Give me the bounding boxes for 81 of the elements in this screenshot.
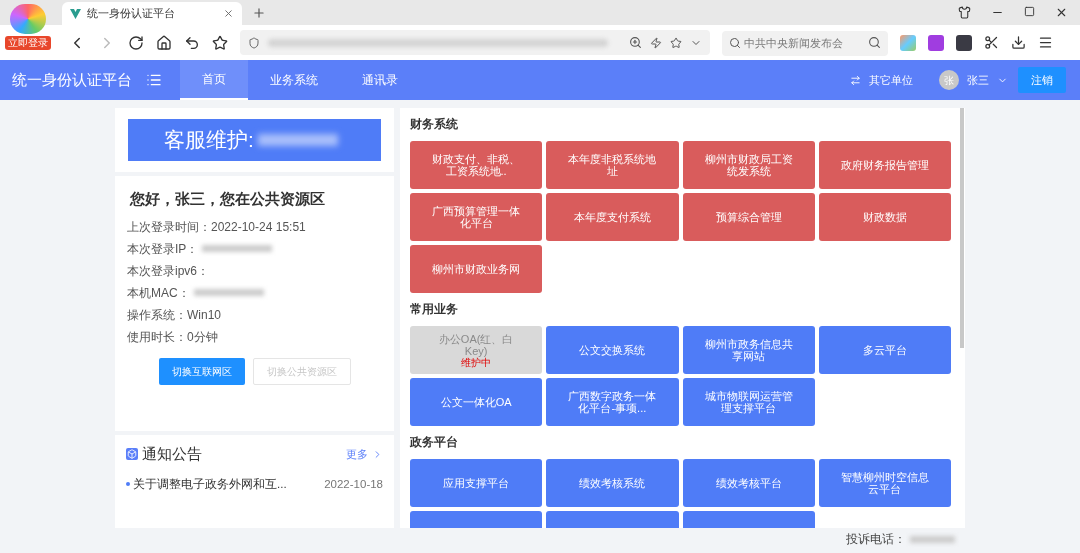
system-tile[interactable]: 柳州市财政业务网 (410, 245, 543, 293)
system-tile[interactable]: 公文一体化OA (410, 378, 543, 426)
system-tile[interactable]: 本年度非税系统地址 (546, 141, 679, 189)
search-icon (729, 37, 741, 49)
close-icon[interactable] (223, 8, 234, 19)
star-icon[interactable] (670, 36, 682, 49)
info-value: 0分钟 (187, 328, 218, 346)
blurred-value (193, 289, 264, 296)
extension-icon[interactable] (956, 34, 972, 51)
section-title: 政务平台 (410, 434, 459, 450)
scissors-icon[interactable] (984, 35, 999, 50)
app-title: 统一身份认证平台 (12, 69, 132, 90)
system-tile[interactable]: 广西预算管理一体化平台 (410, 193, 543, 241)
box-icon (126, 448, 138, 461)
lightning-icon[interactable] (650, 36, 662, 49)
system-tile[interactable]: 智慧柳州时空信息云平台 (818, 459, 951, 507)
zone-switch-button[interactable]: 切换互联网区 (158, 357, 245, 385)
complaint-label: 投诉电话： (846, 531, 906, 548)
user-name[interactable]: 张三 (967, 71, 989, 89)
system-tile[interactable]: 广西数字政务一体化平台-事项... (546, 378, 679, 426)
system-tile[interactable]: 城市物联网运营管理支撑平台 (682, 378, 815, 426)
download-icon[interactable] (1011, 35, 1026, 50)
browser-tab[interactable]: 统一身份认证平台 (62, 2, 242, 25)
system-tile[interactable]: 多云平台 (818, 326, 951, 374)
status-label: 维护中 (461, 356, 492, 368)
info-label: 上次登录时间： (127, 218, 211, 236)
info-label: 本次登录IP： (127, 240, 199, 258)
search-field[interactable]: 中共中央新闻发布会 (722, 30, 888, 56)
info-label: 本机MAC： (127, 284, 190, 302)
tab-favicon-icon (70, 8, 81, 19)
notice-title: 通知公告 (142, 444, 202, 464)
service-label: 客服维护: (164, 127, 254, 154)
blurred-phone (910, 535, 955, 543)
system-tile[interactable]: 公文交换系统 (546, 326, 679, 374)
home-icon[interactable] (156, 34, 172, 51)
system-tile[interactable]: 财政数据 (818, 193, 951, 241)
system-tile[interactable]: 柳州市财政局工资统发系统 (682, 141, 815, 189)
skin-icon[interactable] (958, 6, 971, 19)
extension-icon[interactable] (928, 34, 944, 51)
system-tile[interactable]: 办公OA(红、白Key) 维护中 (410, 326, 543, 374)
logout-button[interactable]: 注销 (1018, 67, 1066, 93)
tab-title: 统一身份认证平台 (87, 6, 176, 22)
system-tile[interactable]: 政府财务报告管理 (818, 141, 951, 189)
notice-date: 2022-10-18 (324, 476, 383, 492)
close-icon[interactable] (1055, 6, 1068, 19)
system-tile[interactable]: 预算综合管理 (682, 193, 815, 241)
system-tile[interactable]: 绩效考核平台 (682, 459, 815, 507)
bookmark-icon[interactable] (212, 34, 228, 51)
shield-icon (248, 36, 260, 49)
nav-tab[interactable]: 通讯录 (340, 60, 420, 100)
scrollbar-thumb[interactable] (960, 108, 964, 348)
reload-icon[interactable] (128, 34, 144, 51)
bullet-icon (126, 482, 130, 487)
notice-item[interactable]: 关于调整电子政务外网和互... (133, 475, 287, 493)
login-badge[interactable]: 立即登录 (5, 36, 51, 50)
system-tile[interactable]: 柳州市政务信息共享网站 (682, 326, 815, 374)
section-title: 常用业务 (410, 301, 459, 317)
greeting-text: 您好，张三，您在公共资源区 (128, 189, 326, 209)
search-icon[interactable] (868, 36, 881, 49)
nav-tab[interactable]: 业务系统 (248, 60, 340, 100)
info-label: 使用时长： (127, 328, 187, 346)
switch-icon[interactable] (850, 74, 861, 86)
info-label: 操作系统： (127, 306, 187, 324)
system-tile[interactable]: 本年度支付系统 (546, 193, 679, 241)
system-tile[interactable]: 财政支付、非税、工资系统地.. (410, 141, 543, 189)
menu-icon[interactable] (1038, 35, 1053, 50)
section-title: 财务系统 (410, 116, 459, 132)
restore-icon[interactable] (1024, 6, 1035, 17)
undo-icon[interactable] (184, 34, 200, 51)
info-label: 本次登录ipv6： (127, 262, 209, 280)
more-link[interactable]: 更多 (346, 446, 368, 463)
new-tab-icon[interactable] (252, 6, 266, 20)
system-tile[interactable]: 绩效考核系统 (546, 459, 679, 507)
blurred-value (202, 245, 273, 252)
system-tile[interactable]: 应用支撑平台 (410, 459, 543, 507)
switch-unit-link[interactable]: 其它单位 (869, 71, 913, 89)
zoom-icon[interactable] (629, 36, 642, 49)
info-value: 2022-10-24 15:51 (211, 218, 306, 236)
info-value: Win10 (187, 306, 221, 324)
nav-tab[interactable]: 首页 (180, 60, 248, 100)
browser-logo-icon[interactable] (10, 4, 46, 34)
